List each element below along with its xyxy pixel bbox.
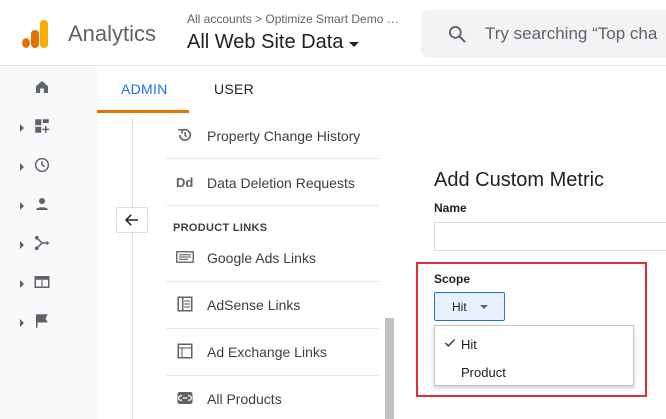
option-label: Hit [461,337,477,352]
menu-item-google-ads-links[interactable]: Google Ads Links [166,241,380,282]
menu-item-property-change-history[interactable]: Property Change History [166,118,380,159]
scope-dropdown[interactable]: Hit [434,292,505,321]
home-icon [36,81,48,93]
menu-item-all-products[interactable]: All Products [166,376,380,419]
caret-down-icon [480,305,488,309]
menu-item-label: All Products [207,391,282,407]
expand-arrow-icon [20,319,24,327]
clock-icon [34,157,50,173]
active-tab-indicator [97,110,189,113]
adsense-icon [177,296,193,312]
left-nav-rail [0,66,97,419]
acquisition-icon [34,235,50,251]
menu-item-data-deletion-requests[interactable]: Dd Data Deletion Requests [166,159,380,206]
property-name: All Web Site Data [187,31,344,53]
option-label: Product [461,365,506,380]
rail-item-realtime[interactable] [0,152,97,182]
rail-item-audience[interactable] [0,191,97,221]
scope-label: Scope [434,272,471,286]
history-icon [178,128,192,141]
column-divider [132,118,133,419]
menu-item-label: Ad Exchange Links [207,344,327,360]
expand-arrow-icon [20,163,24,171]
scope-selected-value: Hit [452,300,467,314]
check-icon [444,338,456,347]
scope-option-hit[interactable]: Hit [435,330,633,358]
ads-links-icon [176,251,194,263]
scrollbar-thumb[interactable] [385,318,394,419]
data-deletion-icon: Dd [176,175,194,190]
tab-admin[interactable]: ADMIN [121,81,168,97]
menu-item-label: Google Ads Links [207,250,316,266]
name-field[interactable] [434,222,666,251]
rail-item-conversions[interactable] [0,308,97,338]
ad-exchange-icon [177,343,193,359]
link-icon [177,392,193,404]
page-title: Add Custom Metric [434,169,605,191]
window-icon [34,276,50,288]
admin-tabs: ADMIN USER [97,66,666,114]
expand-arrow-icon [20,124,24,132]
analytics-logo-icon[interactable] [22,18,50,48]
menu-item-label: Data Deletion Requests [207,175,355,191]
scope-dropdown-menu: Hit Product [434,325,634,386]
rail-item-acquisition[interactable] [0,230,97,260]
name-label: Name [434,201,467,215]
rail-item-behavior[interactable] [0,269,97,299]
arrow-left-icon [124,214,138,226]
top-header: Analytics All accounts > Optimize Smart … [0,0,666,66]
expand-arrow-icon [20,241,24,249]
section-label-product-links: PRODUCT LINKS [173,222,268,234]
flag-icon [36,314,48,328]
chevron-down-icon [349,41,360,47]
menu-item-label: AdSense Links [207,297,301,313]
search-icon [449,26,466,43]
search-placeholder: Try searching “Top cha [485,24,658,43]
person-icon [36,198,48,210]
menu-item-ad-exchange-links[interactable]: Ad Exchange Links [166,329,380,376]
menu-item-adsense-links[interactable]: AdSense Links [166,282,380,329]
breadcrumb[interactable]: All accounts > Optimize Smart Demo … [187,12,399,26]
scope-option-product[interactable]: Product [435,358,633,386]
property-selector[interactable]: All Web Site Data [187,31,360,54]
expand-arrow-icon [20,280,24,288]
rail-item-home[interactable] [0,74,97,104]
tab-user[interactable]: USER [214,81,254,97]
search-box[interactable]: Try searching “Top cha [421,10,666,58]
dashboard-icon [35,119,50,133]
expand-arrow-icon [20,202,24,210]
menu-item-label: Property Change History [207,128,361,144]
app-title: Analytics [68,21,157,46]
back-button[interactable] [116,207,148,233]
rail-item-customization[interactable] [0,113,97,143]
